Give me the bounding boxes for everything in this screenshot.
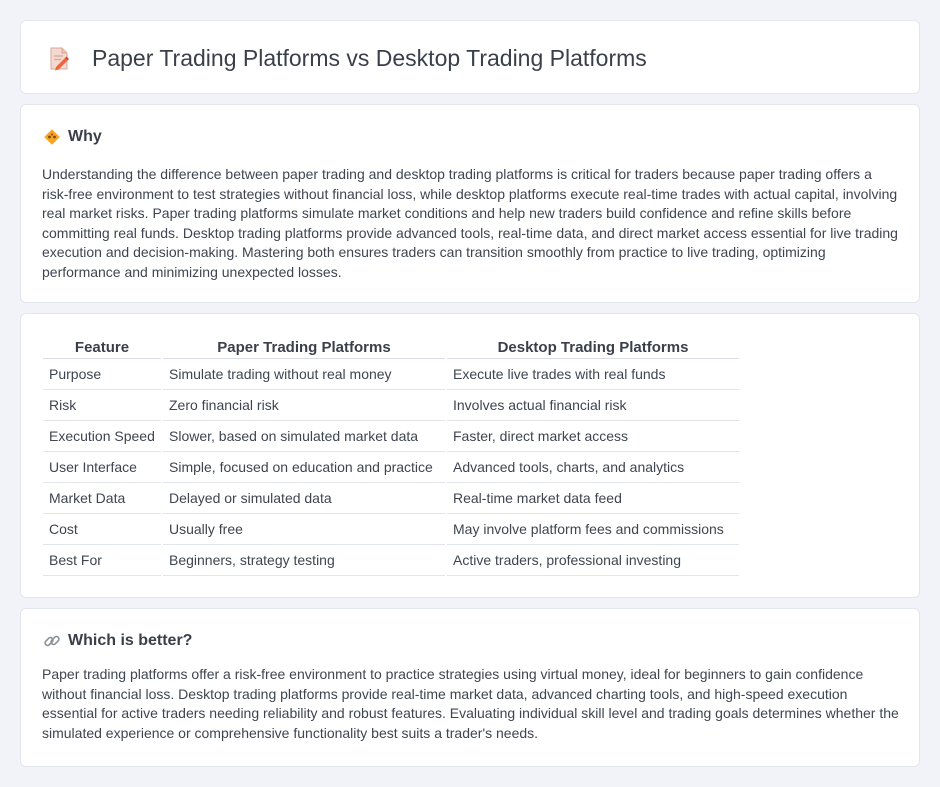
why-heading-row: Why	[43, 127, 102, 147]
table-cell-paper: Simulate trading without real money	[163, 359, 445, 390]
which-is-better-section: Which is better? Paper trading platforms…	[20, 608, 920, 767]
better-paragraph: Paper trading platforms offer a risk-fre…	[42, 666, 899, 741]
table-row: Cost Usually free May involve platform f…	[43, 514, 739, 545]
header-card: Paper Trading Platforms vs Desktop Tradi…	[20, 20, 920, 94]
column-header-paper: Paper Trading Platforms	[163, 336, 445, 359]
diamond-icon	[44, 129, 60, 145]
why-paragraph: Understanding the difference between pap…	[42, 166, 898, 280]
table-cell-paper: Zero financial risk	[163, 390, 445, 421]
better-heading: Which is better?	[68, 632, 193, 649]
why-section: Why Understanding the difference between…	[20, 104, 920, 303]
table-cell-feature: Execution Speed	[43, 421, 161, 452]
table-cell-desktop: May involve platform fees and commission…	[447, 514, 739, 545]
table-row: Best For Beginners, strategy testing Act…	[43, 545, 739, 576]
table-cell-feature: Best For	[43, 545, 161, 576]
table-cell-paper: Usually free	[163, 514, 445, 545]
table-cell-paper: Simple, focused on education and practic…	[163, 452, 445, 483]
table-cell-desktop: Real-time market data feed	[447, 483, 739, 514]
table-header-row: Feature Paper Trading Platforms Desktop …	[43, 336, 739, 359]
table-cell-desktop: Faster, direct market access	[447, 421, 739, 452]
better-heading-row: Which is better?	[43, 631, 192, 651]
table-cell-feature: User Interface	[43, 452, 161, 483]
table-cell-paper: Beginners, strategy testing	[163, 545, 445, 576]
column-header-feature: Feature	[43, 336, 161, 359]
document-pencil-icon	[50, 47, 69, 71]
link-icon	[44, 635, 60, 647]
table-cell-paper: Delayed or simulated data	[163, 483, 445, 514]
comparison-section: Feature Paper Trading Platforms Desktop …	[20, 313, 920, 598]
table-cell-feature: Risk	[43, 390, 161, 421]
table-cell-desktop: Advanced tools, charts, and analytics	[447, 452, 739, 483]
table-cell-feature: Market Data	[43, 483, 161, 514]
table-row: Market Data Delayed or simulated data Re…	[43, 483, 739, 514]
page-title: Paper Trading Platforms vs Desktop Tradi…	[92, 45, 647, 71]
table-row: User Interface Simple, focused on educat…	[43, 452, 739, 483]
table-row: Purpose Simulate trading without real mo…	[43, 359, 739, 390]
why-heading: Why	[68, 128, 102, 145]
table-cell-feature: Purpose	[43, 359, 161, 390]
column-header-desktop: Desktop Trading Platforms	[447, 336, 739, 359]
table-cell-desktop: Active traders, professional investing	[447, 545, 739, 576]
table-cell-desktop: Involves actual financial risk	[447, 390, 739, 421]
table-cell-feature: Cost	[43, 514, 161, 545]
table-row: Execution Speed Slower, based on simulat…	[43, 421, 739, 452]
table-cell-desktop: Execute live trades with real funds	[447, 359, 739, 390]
comparison-table: Feature Paper Trading Platforms Desktop …	[41, 336, 741, 576]
table-row: Risk Zero financial risk Involves actual…	[43, 390, 739, 421]
table-cell-paper: Slower, based on simulated market data	[163, 421, 445, 452]
